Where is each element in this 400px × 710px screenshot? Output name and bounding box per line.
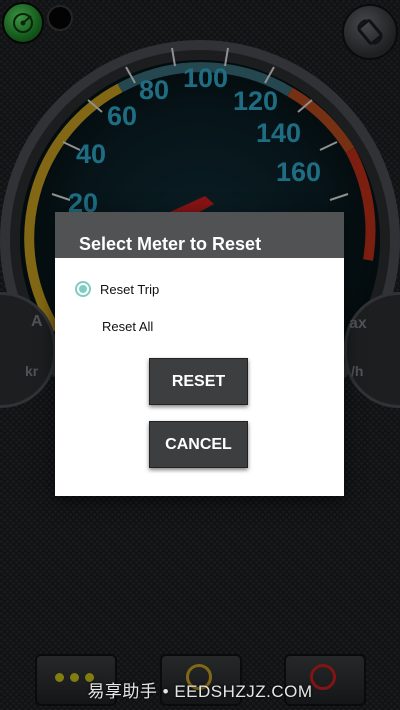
option-reset-trip[interactable]: Reset Trip [75, 275, 159, 303]
reset-button[interactable]: RESET [149, 358, 248, 405]
dialog-title: Select Meter to Reset [79, 234, 262, 254]
option-reset-all[interactable]: Reset All [102, 312, 153, 340]
option-label: Reset All [102, 318, 154, 334]
cancel-button[interactable]: CANCEL [149, 421, 248, 468]
option-label: Reset Trip [100, 281, 160, 297]
watermark-text: 易享助手 • EEDSHZJZ.COM [87, 682, 313, 701]
dialog-header: Select Meter to Reset [55, 212, 344, 258]
reset-meter-dialog: Select Meter to Reset Reset Trip Reset A… [55, 212, 344, 496]
radio-selected-icon[interactable] [75, 281, 91, 297]
